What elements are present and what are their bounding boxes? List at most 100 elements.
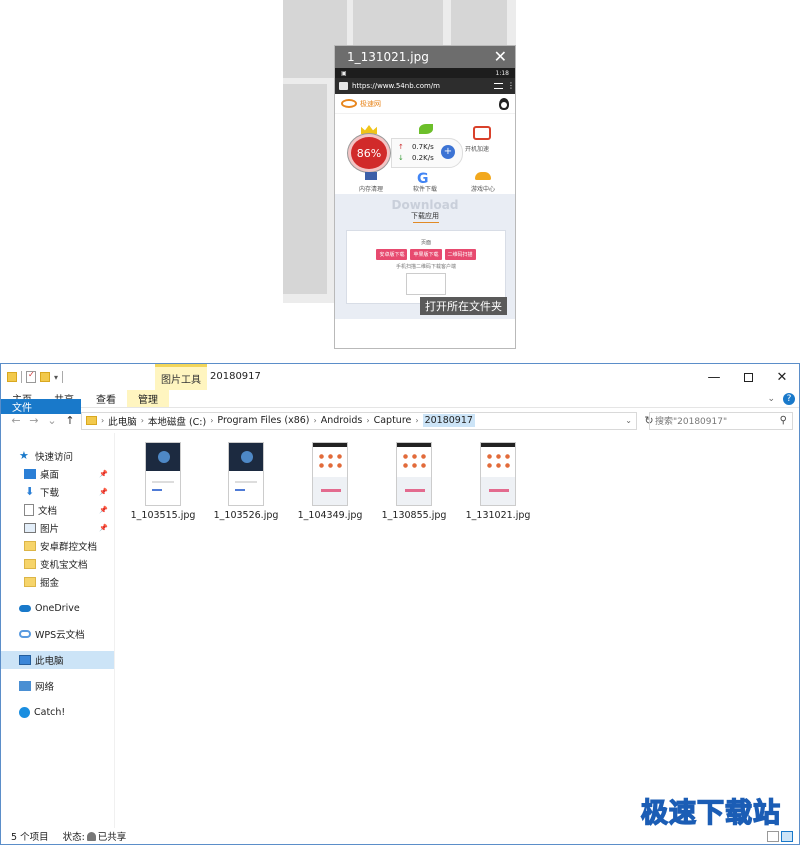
close-icon[interactable]: ✕: [494, 49, 507, 65]
nav-onedrive[interactable]: OneDrive: [1, 599, 114, 617]
properties-icon[interactable]: [26, 370, 36, 383]
picture-tools-tab[interactable]: 图片工具: [155, 364, 207, 390]
nav-downloads[interactable]: 下载 📌: [1, 483, 114, 501]
image-preview-window: 1_131021.jpg ✕ ▣ 1:18 https://www.54nb.c…: [334, 45, 516, 349]
folder-icon: [24, 577, 36, 587]
catch-icon: [19, 706, 30, 718]
large-icons-view-icon[interactable]: [781, 831, 793, 842]
memory-percent: 86%: [348, 134, 390, 172]
maximize-icon: [743, 372, 753, 382]
file-item[interactable]: 1_103526.jpg: [206, 442, 286, 521]
pin-icon: 📌: [99, 488, 108, 496]
file-item[interactable]: 1_103515.jpg: [123, 442, 203, 521]
forward-button[interactable]: →: [27, 414, 41, 427]
close-button[interactable]: ✕: [765, 364, 799, 390]
preview-title: 1_131021.jpg: [347, 50, 429, 64]
image-thumbnail: [396, 442, 432, 506]
widget-label: 开机加速: [464, 146, 489, 153]
widget-label: 软件下载: [412, 186, 437, 193]
nav-documents[interactable]: 文档 📌: [1, 501, 114, 519]
thumb-header: [397, 443, 431, 447]
address-dropdown-icon[interactable]: ⌄: [625, 416, 632, 425]
open-folder-button[interactable]: 打开所在文件夹: [420, 297, 507, 315]
chevron-right-icon: ›: [210, 416, 214, 425]
view-switcher: [767, 831, 793, 842]
nav-quick-access[interactable]: ★ 快速访问: [1, 447, 114, 465]
tab-file[interactable]: 文件: [1, 399, 81, 414]
navigation-pane: ★ 快速访问 桌面 📌 下载 📌 文档 📌 图片 📌: [1, 433, 115, 828]
folder-icon: [86, 416, 97, 425]
nav-desktop[interactable]: 桌面 📌: [1, 465, 114, 483]
minimize-button[interactable]: —: [697, 364, 731, 390]
file-item[interactable]: 1_131021.jpg: [458, 442, 538, 521]
breadcrumb-capture[interactable]: Capture: [374, 415, 412, 426]
thumb-link: [235, 489, 245, 491]
tab-view[interactable]: 查看: [85, 390, 127, 407]
download-hint: 手机扫描二维码下载客户端: [395, 264, 456, 270]
pin-icon: 📌: [99, 506, 108, 514]
address-bar[interactable]: › 此电脑 › 本地磁盘 (C:) › Program Files (x86) …: [81, 411, 637, 430]
breadcrumb-local-disk[interactable]: 本地磁盘 (C:): [148, 414, 206, 428]
nav-this-pc[interactable]: 此电脑: [1, 651, 114, 669]
breadcrumb-program-files[interactable]: Program Files (x86): [217, 415, 309, 426]
nav-folder-bianjibao[interactable]: 变机宝文档: [1, 555, 114, 573]
nav-label: OneDrive: [35, 602, 80, 614]
maximize-button[interactable]: [731, 364, 765, 390]
download-title: 下载应用: [411, 212, 439, 220]
document-icon: [24, 504, 34, 516]
help-icon[interactable]: ?: [783, 392, 795, 405]
nav-label: Catch!: [34, 706, 66, 718]
breadcrumb-current[interactable]: 20180917: [422, 414, 475, 427]
up-button[interactable]: ↑: [63, 414, 77, 427]
back-button[interactable]: ←: [9, 414, 23, 427]
nav-label: 图片: [40, 524, 60, 535]
nav-label: 安卓群控文档: [40, 542, 98, 553]
preview-titlebar: 1_131021.jpg ✕: [335, 46, 515, 68]
chevron-right-icon: ›: [313, 416, 317, 425]
star-icon: ★: [19, 449, 29, 462]
site-logo: 极速网: [341, 99, 381, 109]
nav-folder-android-docs[interactable]: 安卓群控文档: [1, 537, 114, 555]
ios-download-button: 苹果版下载: [410, 249, 442, 260]
expand-ribbon-icon[interactable]: ⌄: [767, 394, 775, 404]
file-name: 1_131021.jpg: [465, 510, 531, 521]
thumb-button: [489, 489, 509, 492]
thumb-header: [481, 443, 515, 447]
new-folder-icon[interactable]: [40, 372, 50, 382]
status-share: 已共享: [97, 832, 127, 843]
file-list: 1_103515.jpg 1_103526.jpg 1_104349.jpg 1…: [115, 433, 799, 828]
recent-dropdown-icon[interactable]: ⌄: [45, 414, 59, 427]
breadcrumb-androids[interactable]: Androids: [321, 415, 363, 426]
nav-wps-cloud[interactable]: WPS云文档: [1, 625, 114, 643]
thumb-icons: [317, 452, 343, 472]
widget-label: 游戏中心: [470, 186, 495, 193]
customize-dropdown-icon[interactable]: ▾: [54, 373, 58, 382]
hat-icon: [475, 172, 491, 180]
nav-network[interactable]: 网络: [1, 677, 114, 695]
thumb-header: [313, 443, 347, 447]
thumb-line: [235, 481, 257, 483]
android-download-button: 安卓版下载: [376, 249, 408, 260]
file-name: 1_103526.jpg: [213, 510, 279, 521]
nav-folder-juejin[interactable]: 掘金: [1, 573, 114, 591]
qr-download-button: 二维码扫描: [444, 249, 476, 260]
wps-cloud-icon: [19, 630, 31, 638]
nav-label: 下载: [40, 488, 60, 499]
phone-url: https://www.54nb.com/m: [352, 82, 440, 90]
search-input[interactable]: 搜索"20180917" ⚲: [649, 411, 793, 430]
titlebar: ▾ 图片工具 20180917 — ✕: [1, 364, 799, 390]
details-view-icon[interactable]: [767, 831, 779, 842]
site-header: 极速网: [335, 94, 515, 114]
tab-manage[interactable]: 管理: [127, 390, 169, 407]
folder-icon: [24, 541, 36, 551]
qr-code: [406, 273, 446, 295]
breadcrumb-this-pc[interactable]: 此电脑: [108, 414, 137, 428]
file-item[interactable]: 1_104349.jpg: [290, 442, 370, 521]
nav-catch[interactable]: Catch!: [1, 703, 114, 721]
nav-pictures[interactable]: 图片 📌: [1, 519, 114, 537]
file-item[interactable]: 1_130855.jpg: [374, 442, 454, 521]
qq-icon: [499, 97, 509, 110]
